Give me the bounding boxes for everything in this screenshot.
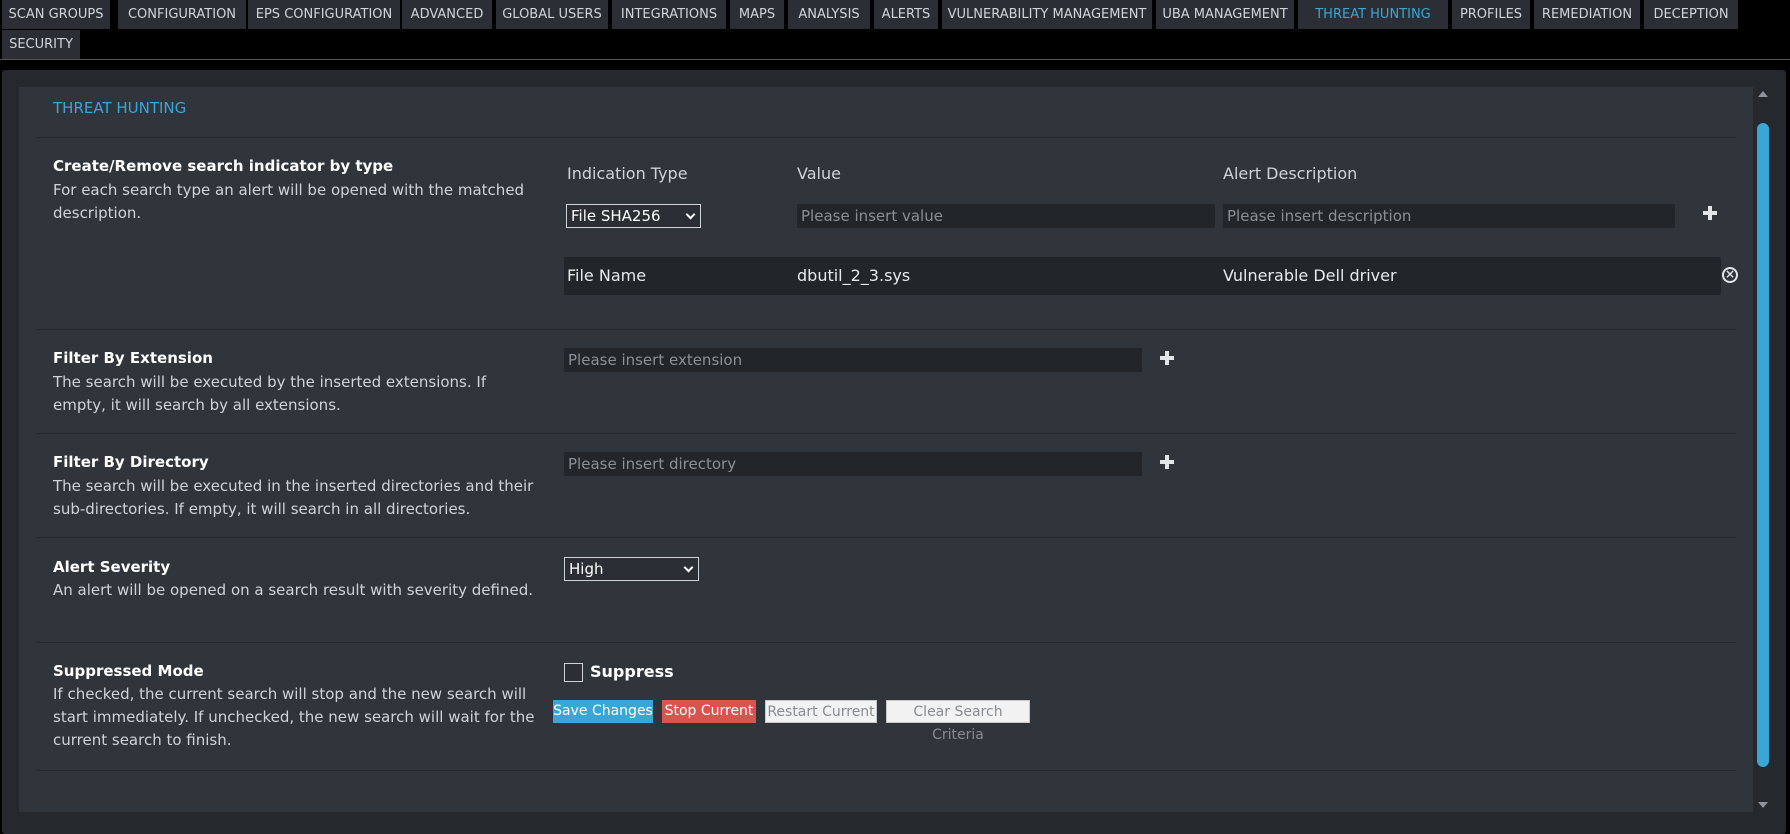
tab-remediation[interactable]: REMEDIATION — [1534, 0, 1640, 29]
col-indication-type: Indication Type — [567, 164, 688, 183]
severity-label: Alert Severity — [53, 558, 171, 576]
tab-deception[interactable]: DECEPTION — [1644, 0, 1738, 29]
plus-icon[interactable] — [1159, 454, 1175, 470]
tab-uba-management[interactable]: UBA MANAGEMENT — [1156, 0, 1294, 29]
tab-global-users[interactable]: GLOBAL USERS — [496, 0, 608, 29]
value-input[interactable]: Please insert value — [797, 204, 1215, 228]
tab-analysis[interactable]: ANALYSIS — [788, 0, 870, 29]
severity-selected: High — [569, 560, 604, 578]
stop-current-button[interactable]: Stop Current — [662, 700, 756, 723]
chevron-down-icon — [685, 209, 696, 220]
plus-icon[interactable] — [1159, 350, 1175, 366]
suppressed-label: Suppressed Mode — [53, 662, 204, 680]
tab-integrations[interactable]: INTEGRATIONS — [612, 0, 726, 29]
chevron-down-icon — [683, 562, 694, 573]
suppress-checkbox[interactable] — [564, 663, 583, 682]
tab-maps[interactable]: MAPS — [730, 0, 784, 29]
extension-label: Filter By Extension — [53, 349, 213, 367]
directory-description: The search will be executed in the inser… — [53, 477, 534, 518]
tab-profiles[interactable]: PROFILES — [1452, 0, 1530, 29]
divider — [36, 770, 1736, 771]
remove-circle-icon[interactable]: × — [1722, 267, 1738, 283]
indicator-row-description: Vulnerable Dell driver — [1223, 266, 1397, 285]
indicator-row-type: File Name — [567, 266, 647, 285]
tab-alerts[interactable]: ALERTS — [874, 0, 938, 29]
scroll-down-icon[interactable] — [1758, 802, 1768, 808]
tab-security[interactable]: SECURITY — [2, 30, 80, 59]
divider — [36, 329, 1736, 330]
directory-label: Filter By Directory — [53, 453, 209, 471]
extension-input[interactable]: Please insert extension — [564, 348, 1142, 372]
tab-configuration[interactable]: CONFIGURATION — [118, 0, 246, 29]
restart-current-button[interactable]: Restart Current — [765, 700, 877, 723]
indication-type-select[interactable]: File SHA256 — [566, 204, 701, 228]
indicator-row-value: dbutil_2_3.sys — [797, 266, 911, 285]
scrollbar-thumb[interactable] — [1757, 123, 1769, 767]
scroll-up-icon[interactable] — [1758, 91, 1768, 97]
tab-advanced[interactable]: ADVANCED — [402, 0, 492, 29]
suppressed-description: If checked, the current search will stop… — [53, 685, 535, 749]
main-tab-bar: SCAN GROUPS CONFIGURATION EPS CONFIGURAT… — [0, 0, 1790, 60]
severity-select[interactable]: High — [564, 557, 699, 581]
plus-icon[interactable] — [1702, 205, 1718, 221]
tab-eps-configuration[interactable]: EPS CONFIGURATION — [248, 0, 400, 29]
save-changes-button[interactable]: Save Changes — [553, 700, 653, 723]
col-value: Value — [797, 164, 841, 183]
tab-vulnerability-management[interactable]: VULNERABILITY MANAGEMENT — [942, 0, 1152, 29]
vertical-scrollbar[interactable] — [1755, 87, 1771, 812]
severity-description: An alert will be opened on a search resu… — [53, 581, 533, 599]
alert-description-input[interactable]: Please insert description — [1223, 204, 1675, 228]
tab-scan-groups[interactable]: SCAN GROUPS — [2, 0, 110, 29]
indicator-row: File Name dbutil_2_3.sys Vulnerable Dell… — [564, 257, 1738, 295]
indicator-description: For each search type an alert will be op… — [53, 181, 525, 222]
suppress-checkbox-label[interactable]: Suppress — [590, 662, 674, 681]
extension-description: The search will be executed by the inser… — [53, 373, 487, 414]
directory-input[interactable]: Please insert directory — [564, 452, 1142, 476]
col-alert-description: Alert Description — [1223, 164, 1358, 183]
indicator-label: Create/Remove search indicator by type — [53, 157, 394, 175]
divider — [36, 642, 1736, 643]
clear-search-criteria-button[interactable]: Clear Search Criteria — [886, 700, 1030, 743]
divider — [36, 137, 1736, 138]
tab-threat-hunting[interactable]: THREAT HUNTING — [1298, 0, 1448, 29]
section-title: THREAT HUNTING — [53, 99, 187, 117]
indication-type-selected: File SHA256 — [571, 207, 661, 225]
divider — [36, 537, 1736, 538]
divider — [36, 433, 1736, 434]
